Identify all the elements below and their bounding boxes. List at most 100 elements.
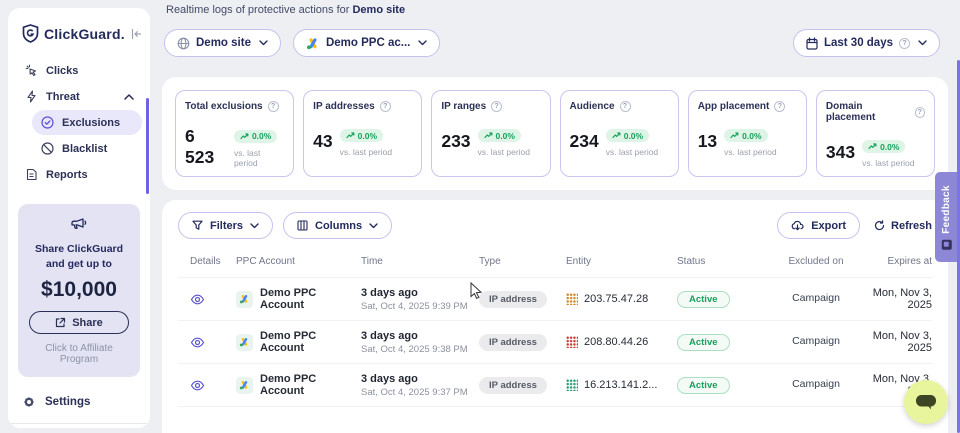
- megaphone-icon: [70, 216, 88, 231]
- sidebar-item-label: Reports: [46, 169, 88, 181]
- chevron-down-icon: [259, 40, 268, 46]
- chat-launcher-button[interactable]: [904, 380, 948, 424]
- affiliate-promo-card: Share ClickGuard and get up to $10,000 S…: [18, 204, 140, 377]
- columns-label: Columns: [315, 220, 362, 232]
- globe-icon: [177, 37, 190, 50]
- stat-value: 6 523: [185, 126, 227, 168]
- filters-button[interactable]: Filters: [178, 212, 273, 239]
- sidebar-scrollbar[interactable]: [146, 98, 149, 194]
- calendar-icon: [806, 37, 818, 50]
- sidebar-item-blacklist[interactable]: Blacklist: [32, 136, 142, 161]
- type-badge: IP address: [479, 334, 547, 351]
- help-icon[interactable]: ?: [774, 101, 785, 112]
- refresh-button[interactable]: Refresh: [874, 220, 932, 232]
- help-icon[interactable]: ?: [491, 101, 502, 112]
- entity-value: 16.213.141.2...: [584, 379, 657, 391]
- logs-table-panel: Filters Columns Export: [162, 200, 948, 433]
- site-selector[interactable]: Demo site: [164, 29, 281, 57]
- export-button[interactable]: Export: [777, 212, 860, 239]
- stat-card-app-placement: App placement? 13 0.0% vs. last period: [688, 90, 807, 177]
- ip-identicon: [566, 293, 578, 305]
- expires-value: Mon, Nov 3, 2025: [852, 330, 932, 354]
- col-header-entity[interactable]: Entity: [566, 256, 677, 267]
- chevron-down-icon: [369, 223, 378, 229]
- time-absolute: Sat, Oct 4, 2025 9:38 PM: [361, 344, 479, 355]
- stats-panel: Total exclusions? 6 523 0.0% vs. last pe…: [162, 77, 948, 190]
- columns-button[interactable]: Columns: [283, 212, 392, 239]
- sidebar-item-reports[interactable]: Reports: [16, 162, 142, 187]
- sidebar-item-exclusions[interactable]: Exclusions: [32, 110, 142, 135]
- prohibited-icon: [40, 142, 54, 155]
- sidebar-item-label: Exclusions: [62, 117, 120, 129]
- site-selector-label: Demo site: [196, 37, 251, 49]
- details-eye-button[interactable]: [190, 380, 205, 391]
- status-badge: Active: [677, 291, 730, 308]
- ppc-account-selector[interactable]: Demo PPC ac...: [293, 29, 440, 57]
- details-eye-button[interactable]: [190, 294, 205, 305]
- col-header-details[interactable]: Details: [178, 256, 236, 267]
- share-button[interactable]: Share: [29, 311, 129, 334]
- ppc-account-name: Demo PPC Account: [260, 330, 361, 354]
- stat-caption: vs. last period: [862, 158, 914, 168]
- col-header-time[interactable]: Time: [361, 256, 479, 267]
- feedback-tab[interactable]: Feedback: [935, 172, 957, 262]
- col-header-status[interactable]: Status: [677, 256, 780, 267]
- col-header-excluded-on[interactable]: Excluded on: [780, 255, 852, 268]
- ip-identicon: [566, 336, 578, 348]
- help-icon[interactable]: ?: [620, 101, 631, 112]
- help-icon[interactable]: ?: [915, 107, 925, 118]
- sidebar-collapse-icon[interactable]: [130, 28, 142, 40]
- promo-amount: $10,000: [26, 278, 132, 302]
- col-header-type[interactable]: Type: [479, 256, 566, 267]
- stat-change: 0.0%: [880, 142, 899, 152]
- details-eye-button[interactable]: [190, 337, 205, 348]
- expires-value: Mon, Nov 3, 2025: [852, 287, 932, 311]
- table-row: Demo PPC Account 3 days ago Sat, Oct 4, …: [178, 364, 932, 407]
- stat-label: Audience: [570, 101, 615, 112]
- time-absolute: Sat, Oct 4, 2025 9:39 PM: [361, 301, 479, 312]
- col-header-account[interactable]: PPC Account: [236, 256, 361, 267]
- table-toolbar: Filters Columns Export: [178, 212, 932, 239]
- ppc-account-name: Demo PPC Account: [260, 373, 361, 397]
- chevron-down-icon: [250, 223, 259, 229]
- stat-label: Total exclusions: [185, 101, 263, 112]
- export-label: Export: [811, 220, 846, 232]
- external-link-icon: [55, 317, 66, 328]
- time-absolute: Sat, Oct 4, 2025 9:37 PM: [361, 387, 479, 398]
- columns-icon: [297, 220, 308, 231]
- stat-card-domain-placement: Domain placement? 343 0.0% vs. last peri…: [816, 90, 935, 177]
- time-relative: 3 days ago: [361, 373, 479, 385]
- ppc-account-name: Demo PPC Account: [260, 287, 361, 311]
- cloud-download-icon: [791, 220, 804, 231]
- stat-value: 13: [698, 131, 717, 152]
- sidebar-item-settings[interactable]: Settings: [8, 383, 150, 421]
- status-badge: Active: [677, 334, 730, 351]
- gear-icon: [22, 395, 36, 409]
- stat-label: Domain placement: [826, 101, 910, 123]
- date-range-selector[interactable]: Last 30 days ?: [793, 29, 940, 57]
- affiliate-link[interactable]: Click to Affiliate Program: [26, 343, 132, 365]
- main-content: Realtime logs of protective actions for …: [162, 0, 948, 433]
- stat-card-ip-addresses: IP addresses? 43 0.0% vs. last period: [303, 90, 422, 177]
- trend-up-icon: [346, 132, 355, 139]
- trend-up-icon: [730, 132, 739, 139]
- excluded-on-value: Campaign: [780, 378, 852, 392]
- selector-row: Demo site Demo PPC ac... Last 30 days ?: [164, 29, 940, 57]
- ip-identicon: [566, 379, 578, 391]
- col-header-expires[interactable]: Expires at: [852, 256, 932, 267]
- entity-value: 203.75.47.28: [584, 293, 648, 305]
- stat-card-audience: Audience? 234 0.0% vs. last period: [560, 90, 679, 177]
- stat-value: 233: [441, 131, 470, 152]
- stat-caption: vs. last period: [606, 147, 658, 157]
- stat-caption: vs. last period: [478, 147, 530, 157]
- ppc-selector-label: Demo PPC ac...: [326, 37, 410, 49]
- help-icon[interactable]: ?: [268, 101, 279, 112]
- entity-value: 208.80.44.26: [584, 336, 648, 348]
- stat-card-total-exclusions: Total exclusions? 6 523 0.0% vs. last pe…: [175, 90, 294, 177]
- table-row: Demo PPC Account 3 days ago Sat, Oct 4, …: [178, 278, 932, 321]
- type-badge: IP address: [479, 291, 547, 308]
- sidebar-item-clicks[interactable]: Clicks: [16, 58, 142, 83]
- help-icon[interactable]: ?: [380, 101, 391, 112]
- account-selector[interactable]: NA gmail.com naatali.ro@gmail.com: [8, 424, 150, 428]
- sidebar-item-threat[interactable]: Threat: [16, 84, 142, 109]
